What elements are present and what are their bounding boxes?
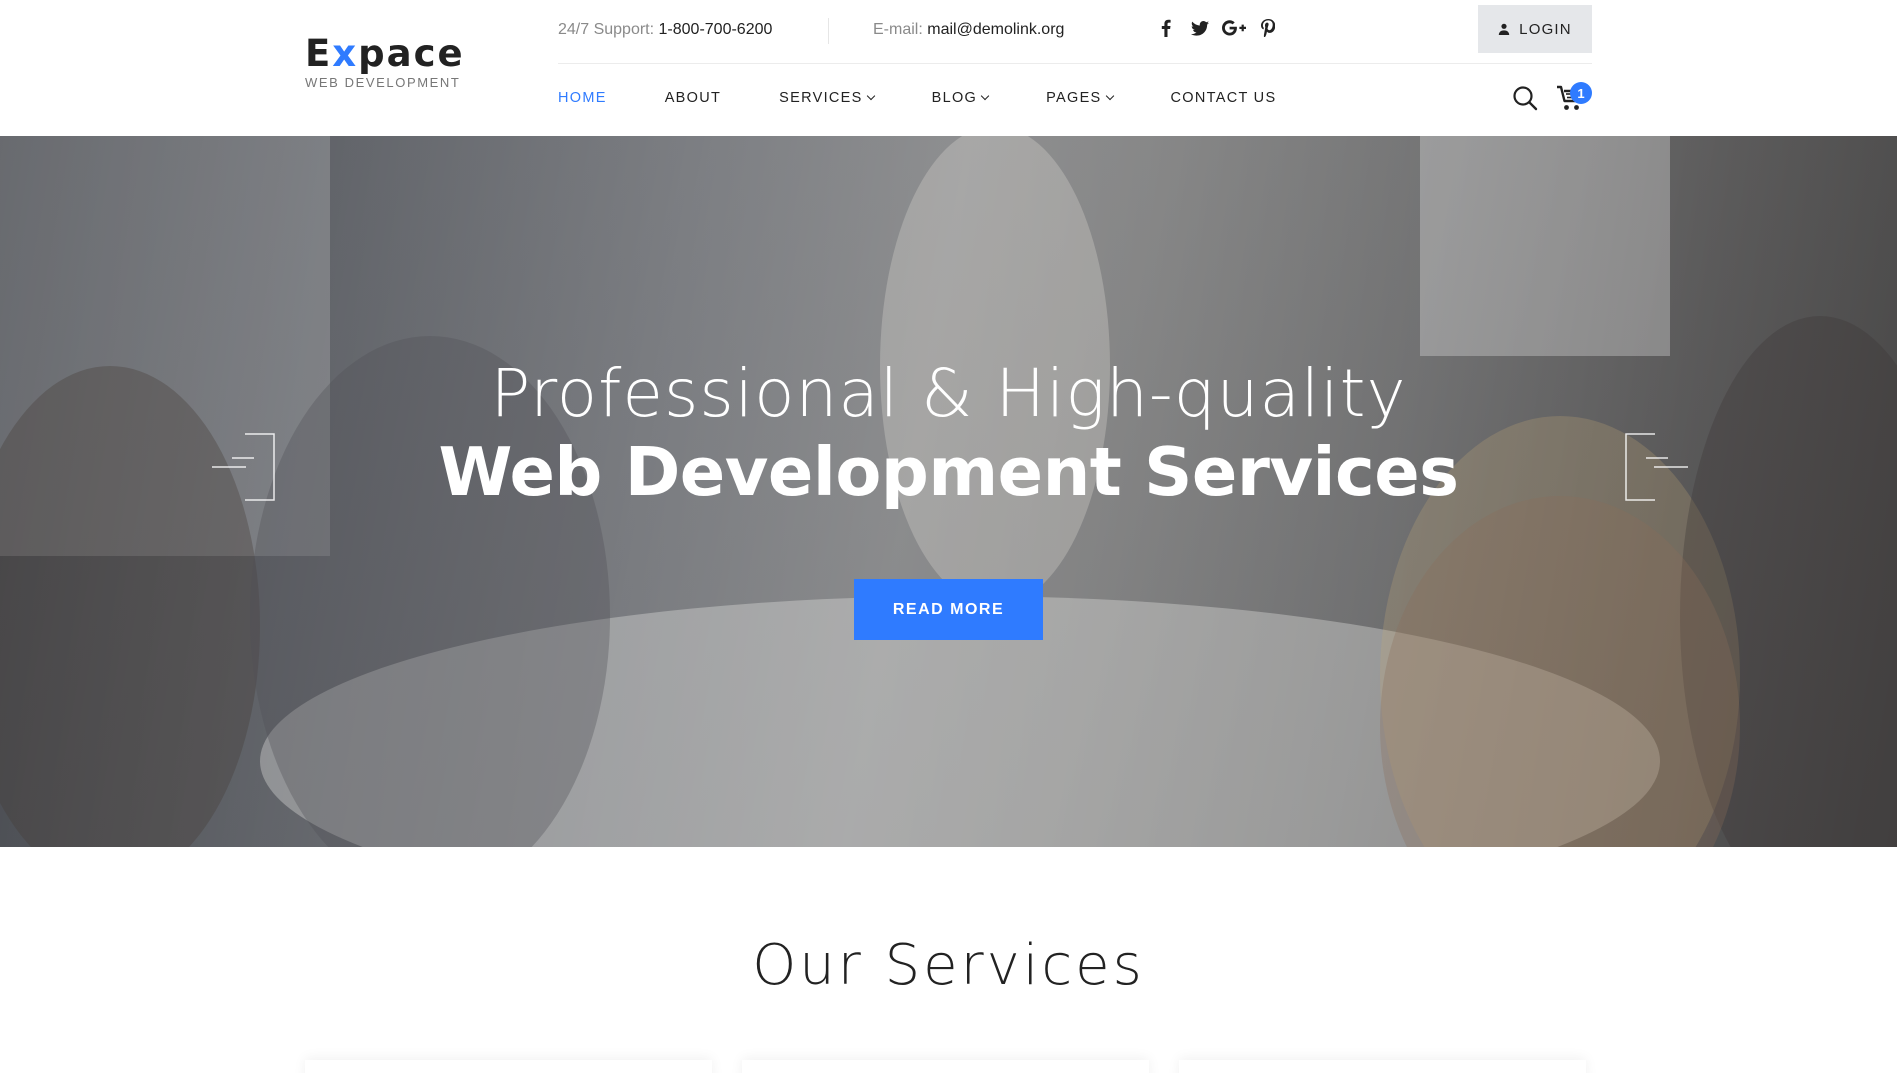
support-email: E-mail: mail@demolink.org [873, 21, 1065, 38]
slider-prev-arrow-icon[interactable] [210, 432, 280, 502]
chevron-down-icon [980, 91, 990, 101]
service-card[interactable] [1179, 1060, 1586, 1073]
google-plus-icon[interactable] [1222, 16, 1246, 40]
login-label: LOGIN [1519, 20, 1572, 38]
chevron-down-icon [1105, 91, 1114, 101]
logo-tagline: WEB DEVELOPMENT [305, 75, 461, 90]
email-link[interactable]: mail@demolink.org [927, 21, 1064, 38]
nav-home[interactable]: HOME [558, 88, 607, 108]
divider [828, 18, 829, 44]
cart-count-badge: 1 [1570, 82, 1592, 104]
main-nav: HOME ABOUT SERVICES BLOG PAGES CONTACT U… [558, 88, 1334, 108]
logo-wordmark: Expace [305, 32, 465, 75]
nav-services[interactable]: SERVICES [779, 88, 875, 108]
site-header: Expace WEB DEVELOPMENT 24/7 Support: 1-8… [0, 0, 1897, 136]
chevron-down-icon [866, 91, 875, 101]
search-icon[interactable] [1512, 85, 1538, 111]
support-phone: 24/7 Support: 1-800-700-6200 [558, 21, 773, 38]
nav-pages[interactable]: PAGES [1046, 88, 1114, 108]
nav-about[interactable]: ABOUT [665, 88, 721, 108]
service-card[interactable] [742, 1060, 1149, 1073]
top-bar: 24/7 Support: 1-800-700-6200 E-mail: mai… [558, 0, 1592, 64]
login-button[interactable]: LOGIN [1478, 5, 1592, 53]
nav-contact-us[interactable]: CONTACT US [1171, 88, 1277, 108]
pinterest-icon[interactable] [1256, 16, 1280, 40]
logo[interactable]: Expace WEB DEVELOPMENT [305, 32, 465, 91]
user-icon [1498, 23, 1510, 35]
nav-blog[interactable]: BLOG [932, 88, 990, 108]
support-phone-link[interactable]: 1-800-700-6200 [659, 21, 773, 38]
service-card[interactable] [305, 1060, 712, 1073]
section-title-services: Our Services [752, 933, 1145, 998]
twitter-icon[interactable] [1188, 16, 1212, 40]
services-cards [305, 1060, 1586, 1073]
hero-heading-line2: Web Development Services [438, 433, 1459, 511]
slider-next-arrow-icon[interactable] [1620, 432, 1690, 502]
facebook-icon[interactable] [1154, 16, 1178, 40]
hero-heading-line1: Professional & High-quality [490, 355, 1407, 432]
hero-slider: Professional & High-quality Web Developm… [0, 136, 1897, 847]
read-more-button[interactable]: READ MORE [854, 579, 1043, 640]
social-links [1154, 16, 1280, 40]
